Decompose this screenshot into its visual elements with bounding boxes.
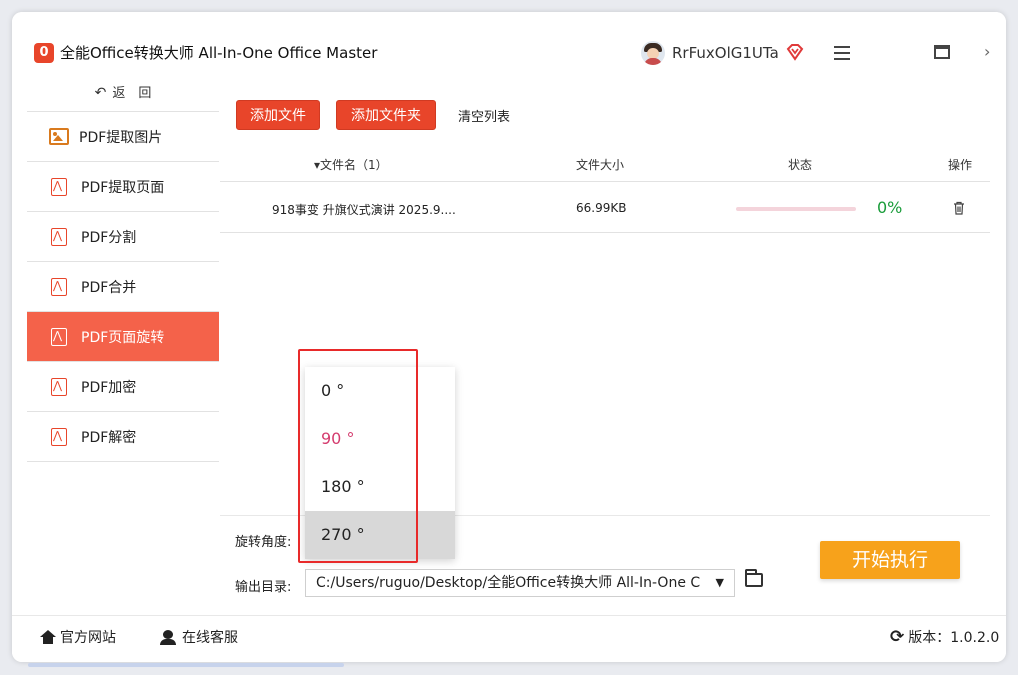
pdf-icon	[51, 227, 67, 246]
vip-diamond-icon[interactable]	[785, 42, 805, 62]
file-name: 918事变 升旗仪式演讲 2025.9....	[272, 203, 456, 217]
output-dir-select[interactable]: C:/Users/ruguo/Desktop/全能Office转换大师 All-…	[305, 569, 735, 597]
maximize-icon[interactable]	[934, 45, 950, 59]
progress-bar	[736, 207, 856, 211]
sidebar-item-pdf-extract-images[interactable]: PDF提取图片	[27, 112, 219, 162]
back-button[interactable]: ↶ 返 回	[27, 74, 219, 112]
official-website-link[interactable]: 官方网站	[40, 627, 116, 647]
annotation-highlight-box	[298, 349, 418, 563]
menu-icon[interactable]	[834, 46, 850, 60]
user-avatar[interactable]	[641, 41, 665, 65]
back-arrow-icon: ↶	[94, 85, 107, 101]
sidebar-item-pdf-encrypt[interactable]: PDF加密	[27, 362, 219, 412]
pdf-icon	[51, 427, 67, 446]
add-folder-button[interactable]: 添加文件夹	[336, 100, 436, 130]
progress-percent: 0%	[877, 198, 903, 217]
chevron-down-icon: ▼	[709, 570, 724, 596]
refresh-icon: ⟳	[890, 627, 905, 647]
sidebar-item-pdf-extract-pages[interactable]: PDF提取页面	[27, 162, 219, 212]
sidebar-item-pdf-merge[interactable]: PDF合并	[27, 262, 219, 312]
app-logo-icon: 0	[34, 43, 54, 63]
app-title: 全能Office转换大师 All-In-One Office Master	[60, 44, 378, 62]
output-dir-label: 输出目录:	[235, 580, 292, 595]
version-info[interactable]: ⟳ 版本：1.0.2.0	[890, 627, 999, 647]
clear-list-button[interactable]: 清空列表	[458, 106, 510, 125]
image-icon	[49, 128, 69, 145]
sidebar-item-pdf-decrypt[interactable]: PDF解密	[27, 412, 219, 462]
pdf-icon	[51, 327, 67, 346]
col-header-status: 状态	[788, 158, 813, 172]
trash-icon[interactable]	[953, 201, 965, 215]
file-table-header: ▾文件名（1） 文件大小 状态 操作	[220, 142, 990, 182]
footer: 官方网站 在线客服 ⟳ 版本：1.0.2.0	[12, 615, 1006, 662]
col-header-action: 操作	[948, 158, 973, 172]
online-support-link[interactable]: 在线客服	[160, 627, 238, 647]
sidebar-item-pdf-rotate[interactable]: PDF页面旋转	[27, 312, 219, 362]
add-file-button[interactable]: 添加文件	[236, 100, 320, 130]
rotate-angle-label: 旋转角度:	[235, 535, 292, 550]
pdf-icon	[51, 277, 67, 296]
pdf-icon	[51, 177, 67, 196]
support-agent-icon	[160, 629, 176, 645]
sidebar: ↶返 回 PDF提取图片 PDF提取页面 PDF分割 PDF合并 PDF页面旋转…	[27, 74, 219, 614]
home-icon	[40, 630, 56, 644]
col-header-filename[interactable]: ▾文件名（1）	[314, 156, 388, 173]
title-bar: 0 全能Office转换大师 All-In-One Office Master …	[12, 12, 1006, 72]
pdf-icon	[51, 377, 67, 396]
table-row[interactable]: 918事变 升旗仪式演讲 2025.9.... 66.99KB 0%	[220, 183, 990, 233]
app-window: 0 全能Office转换大师 All-In-One Office Master …	[12, 12, 1006, 662]
col-header-size: 文件大小	[576, 158, 625, 172]
sidebar-item-pdf-split[interactable]: PDF分割	[27, 212, 219, 262]
close-icon[interactable]: ›	[984, 42, 990, 61]
start-button[interactable]: 开始执行	[820, 541, 960, 579]
taskbar-indicator	[28, 663, 344, 667]
file-size: 66.99KB	[576, 201, 627, 215]
folder-open-icon[interactable]	[745, 569, 763, 587]
username[interactable]: RrFuxOlG1UTa	[672, 43, 779, 63]
